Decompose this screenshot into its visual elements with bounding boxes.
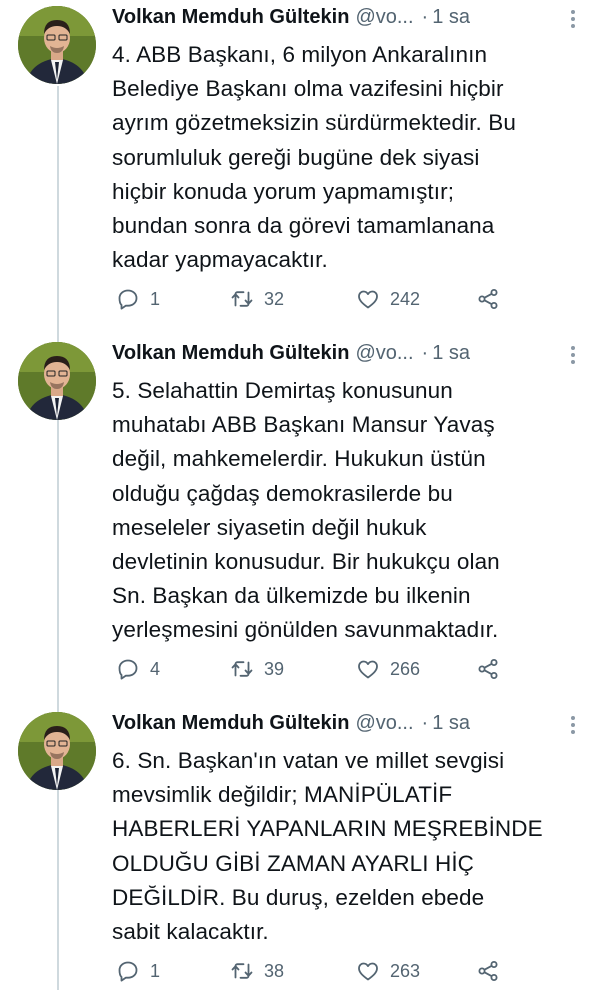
tweet-text-line: 5. Selahattin Demirtaş konusunun: [112, 378, 453, 403]
tweet[interactable]: Volkan Memduh Gültekin @vo... · 1 sa 4. …: [0, 6, 600, 326]
separator-dot: ·: [421, 6, 429, 28]
tweet-text: 4. ABB Başkanı, 6 milyon Ankaralının Bel…: [112, 38, 592, 277]
tweet-actions: 1 32 242: [112, 284, 532, 314]
reply-button[interactable]: 1: [116, 956, 160, 986]
tweet-text-line: DEĞİLDİR. Bu duruş, ezelden ebede: [112, 884, 485, 910]
tweet-time[interactable]: 1 sa: [432, 6, 470, 29]
author-name[interactable]: Volkan Memduh Gültekin: [112, 6, 349, 29]
tweet-text-line: kadar yapmayacaktır.: [112, 247, 328, 273]
reply-button[interactable]: 4: [116, 654, 160, 684]
tweet-text-line: meseleler siyasetin değil hukuk: [112, 514, 427, 540]
like-count: 263: [390, 960, 421, 981]
tweet-text-line: hiçbir konuda yorum yapmamıştır;: [112, 178, 455, 204]
tweet-text-line: OLDUĞU GİBİ ZAMAN AYARLI HİÇ: [112, 850, 475, 876]
tweet-text-line: sorumluluk gereği bugüne dek siyasi: [112, 144, 480, 170]
retweet-icon: [231, 963, 253, 979]
heart-icon: [358, 290, 378, 309]
reply-count: 1: [150, 288, 161, 309]
tweet-text-line: HABERLERİ YAPANLARIN MEŞREBİNDE: [112, 816, 543, 842]
reply-button[interactable]: 1: [116, 284, 160, 314]
tweet-time[interactable]: 1 sa: [432, 712, 470, 735]
retweet-button[interactable]: 38: [230, 956, 284, 986]
tweet-text-line: 6. Sn. Başkan'ın vatan ve millet sevgisi: [112, 748, 505, 773]
reply-count: 4: [150, 658, 161, 679]
tweet-text-line: değil, mahkemelerdir. Hukukun üstün: [112, 446, 486, 472]
like-button[interactable]: 263: [356, 956, 420, 986]
tweet-text-line: mevsimlik değildir; MANİPÜLATİF: [112, 782, 453, 808]
share-icon: [478, 289, 498, 309]
tweet[interactable]: Volkan Memduh Gültekin @vo... · 1 sa 5. …: [0, 342, 600, 702]
retweet-button[interactable]: 32: [230, 284, 284, 314]
separator-dot: ·: [421, 712, 429, 734]
retweet-count: 32: [264, 288, 285, 309]
retweet-count: 39: [264, 658, 285, 679]
like-button[interactable]: 242: [356, 284, 420, 314]
tweet-text-line: bundan sonra da görevi tamamlanana: [112, 213, 495, 239]
reply-icon: [118, 289, 138, 310]
more-icon[interactable]: [570, 346, 576, 368]
tweet-actions: 1 38 263: [112, 956, 532, 986]
tweet-text-line: ayrım gözetmeksizin sürdürmektedir. Bu: [112, 110, 516, 136]
tweet-time[interactable]: 1 sa: [432, 342, 470, 365]
tweet-text-line: olduğu çağdaş demokrasilerde bu: [112, 480, 453, 506]
tweet-text-line: sabit kalacaktır.: [112, 919, 269, 945]
author-handle[interactable]: @vo...: [355, 342, 413, 365]
tweet-text: 6. Sn. Başkan'ın vatan ve millet sevgisi…: [112, 744, 592, 949]
like-button[interactable]: 266: [356, 654, 420, 684]
share-icon: [478, 961, 498, 981]
more-icon[interactable]: [570, 716, 576, 738]
tweet-actions: 4 39 266: [112, 654, 532, 684]
share-button[interactable]: [476, 654, 500, 684]
share-button[interactable]: [476, 956, 500, 986]
tweet-text-line: devletinin konusudur. Bir hukukçu olan: [112, 549, 500, 575]
reply-count: 1: [150, 960, 161, 981]
avatar[interactable]: [18, 712, 96, 790]
tweet-text-line: yerleşmesini gönülden savunmaktadır.: [112, 617, 499, 643]
author-name[interactable]: Volkan Memduh Gültekin: [112, 342, 349, 365]
tweet[interactable]: Volkan Memduh Gültekin @vo... · 1 sa 6. …: [0, 712, 600, 990]
separator-dot: ·: [421, 342, 429, 364]
reply-icon: [118, 961, 138, 982]
tweet-text-line: Belediye Başkanı olma vazifesini hiçbir: [112, 76, 504, 102]
reply-icon: [118, 659, 138, 680]
tweet-text-line: 4. ABB Başkanı, 6 milyon Ankaralının: [112, 42, 488, 67]
tweet-text-line: muhatabı ABB Başkanı Mansur Yavaş: [112, 412, 495, 438]
share-icon: [478, 659, 498, 679]
avatar[interactable]: [18, 6, 96, 84]
share-button[interactable]: [476, 284, 500, 314]
retweet-count: 38: [264, 960, 285, 981]
retweet-icon: [231, 661, 253, 677]
heart-icon: [358, 660, 378, 679]
tweet-text-line: Sn. Başkan da ülkemizde bu ilkenin: [112, 583, 471, 609]
author-handle[interactable]: @vo...: [355, 6, 413, 29]
heart-icon: [358, 962, 378, 981]
author-name[interactable]: Volkan Memduh Gültekin: [112, 712, 349, 735]
author-handle[interactable]: @vo...: [355, 712, 413, 735]
avatar[interactable]: [18, 342, 96, 420]
like-count: 266: [390, 658, 421, 679]
retweet-icon: [231, 291, 253, 307]
tweet-text: 5. Selahattin Demirtaş konusunun muhatab…: [112, 374, 592, 648]
retweet-button[interactable]: 39: [230, 654, 284, 684]
more-icon[interactable]: [570, 10, 576, 32]
like-count: 242: [390, 288, 421, 309]
